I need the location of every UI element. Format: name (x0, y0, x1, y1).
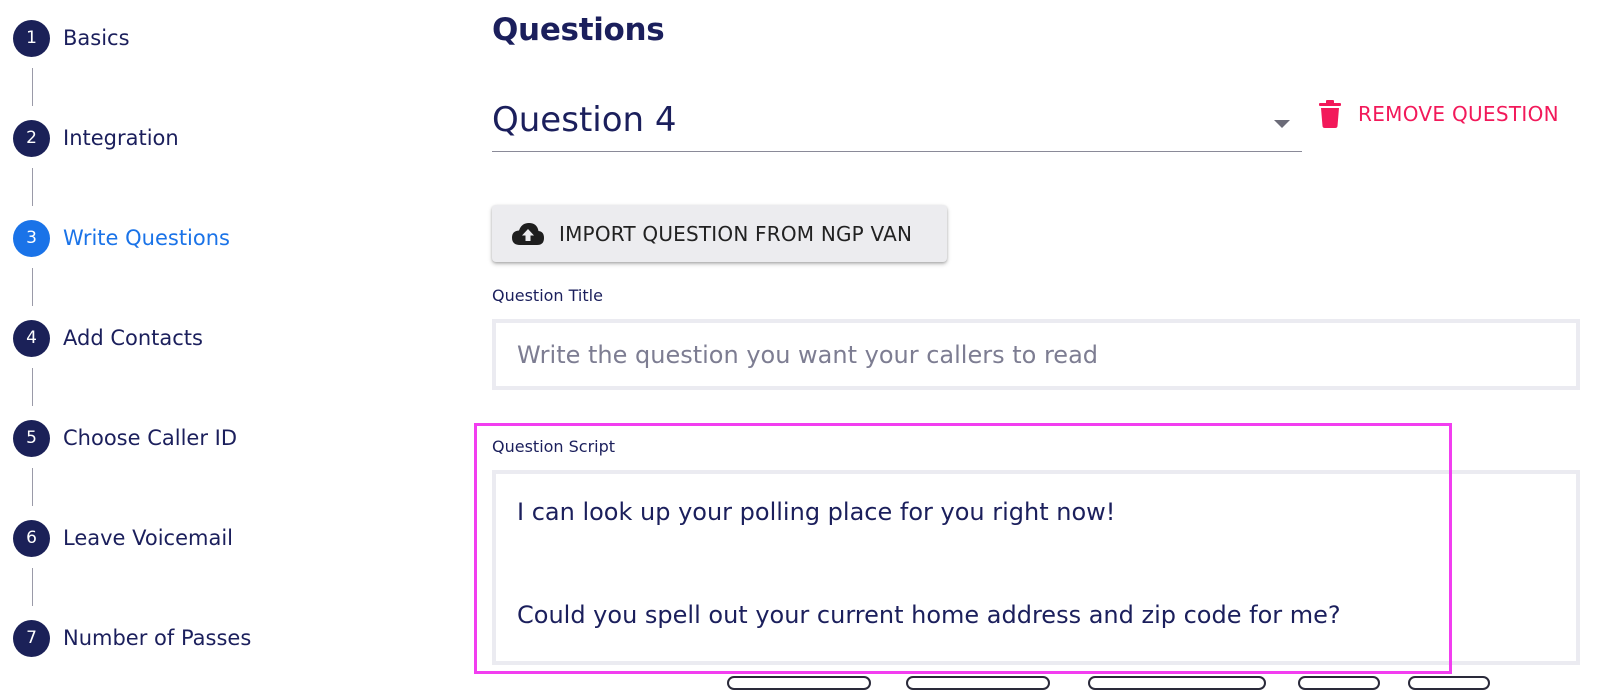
step-number: 5 (13, 419, 50, 457)
step-add-contacts[interactable]: 4 Add Contacts (13, 319, 203, 357)
script-line: Could you spell out your current home ad… (517, 601, 1341, 630)
step-number: 4 (13, 319, 50, 357)
step-number: 6 (13, 519, 50, 557)
step-connector (32, 368, 33, 406)
toolbar-button[interactable] (1298, 676, 1380, 690)
import-question-button[interactable]: IMPORT QUESTION FROM NGP VAN (492, 205, 947, 262)
question-select[interactable]: Question 4 (492, 96, 1302, 152)
step-leave-voicemail[interactable]: 6 Leave Voicemail (13, 519, 233, 557)
remove-question-button[interactable]: REMOVE QUESTION (1318, 96, 1559, 132)
step-number: 2 (13, 119, 50, 157)
step-connector (32, 468, 33, 506)
cloud-upload-icon (512, 222, 544, 245)
step-label: Leave Voicemail (63, 526, 234, 550)
step-connector (32, 68, 33, 106)
remove-question-label: REMOVE QUESTION (1358, 102, 1559, 126)
step-label: Choose Caller ID (63, 426, 237, 450)
question-title-input[interactable] (492, 319, 1580, 390)
script-line: I can look up your polling place for you… (517, 498, 1116, 526)
step-integration[interactable]: 2 Integration (13, 119, 179, 157)
step-number-of-passes[interactable]: 7 Number of Passes (13, 619, 251, 657)
step-label: Integration (63, 126, 179, 150)
dropdown-arrow-icon (1274, 120, 1290, 128)
step-number: 7 (13, 619, 50, 657)
step-basics[interactable]: 1 Basics (13, 19, 130, 57)
step-write-questions[interactable]: 3 Write Questions (13, 219, 230, 257)
toolbar-button[interactable] (1408, 676, 1490, 690)
step-number: 3 (13, 219, 50, 257)
question-select-value: Question 4 (492, 100, 677, 140)
step-label: Write Questions (63, 226, 230, 250)
step-choose-caller-id[interactable]: 5 Choose Caller ID (13, 419, 237, 457)
step-connector (32, 568, 33, 606)
question-title-label: Question Title (492, 286, 603, 305)
step-label: Number of Passes (63, 626, 252, 650)
trash-icon (1319, 100, 1341, 128)
question-script-editor[interactable]: I can look up your polling place for you… (492, 470, 1580, 665)
step-connector (32, 268, 33, 306)
toolbar-button[interactable] (1088, 676, 1266, 690)
question-script-label: Question Script (492, 437, 616, 456)
step-number: 1 (13, 19, 50, 57)
page-title: Questions (492, 12, 665, 48)
campaign-stepper: 1 Basics 2 Integration 3 Write Questions… (0, 0, 400, 682)
step-connector (32, 168, 33, 206)
import-question-label: IMPORT QUESTION FROM NGP VAN (559, 221, 913, 246)
step-label: Add Contacts (63, 326, 203, 350)
step-label: Basics (63, 26, 130, 50)
toolbar-button[interactable] (906, 676, 1050, 690)
toolbar-button[interactable] (727, 676, 871, 690)
